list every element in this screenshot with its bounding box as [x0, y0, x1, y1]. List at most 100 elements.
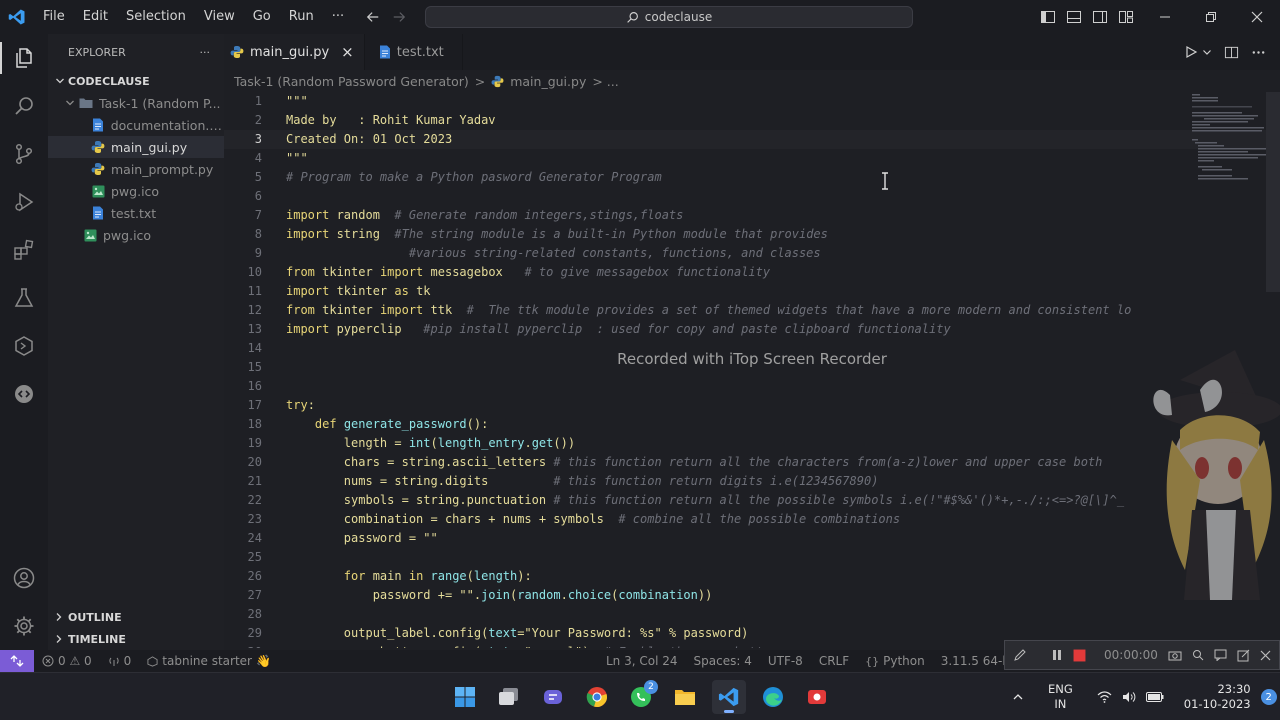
- code-line[interactable]: 18 def generate_password():: [224, 415, 1280, 434]
- cursor-position[interactable]: Ln 3, Col 24: [598, 654, 686, 668]
- clock[interactable]: 23:30 01-10-2023: [1184, 682, 1251, 712]
- camera-icon[interactable]: [1168, 649, 1182, 661]
- code-line[interactable]: 17 try:: [224, 396, 1280, 415]
- code-line[interactable]: 26 for main in range(length):: [224, 567, 1280, 586]
- code-line[interactable]: 19 length = int(length_entry.get()): [224, 434, 1280, 453]
- toggle-sidebar-icon[interactable]: [1040, 9, 1056, 25]
- breadcrumb-file[interactable]: main_gui.py: [510, 74, 586, 89]
- breadcrumb-folder[interactable]: Task-1 (Random Password Generator): [234, 74, 469, 89]
- tab-test-txt[interactable]: test.txt: [365, 34, 463, 70]
- menu-more[interactable]: ···: [323, 0, 353, 34]
- code-line[interactable]: 9 #various string-related constants, fun…: [224, 244, 1280, 263]
- task-view-icon[interactable]: [492, 680, 526, 714]
- code-line[interactable]: 13 import pyperclip #pip install pypercli…: [224, 320, 1280, 339]
- end-of-line[interactable]: CRLF: [811, 654, 857, 668]
- battery-icon[interactable]: [1145, 692, 1164, 702]
- back-arrow-icon[interactable]: [366, 10, 380, 24]
- code-line[interactable]: 23 combination = chars + nums + symbols …: [224, 510, 1280, 529]
- code-line[interactable]: 1 """: [224, 92, 1280, 111]
- run-debug-icon[interactable]: [0, 178, 48, 226]
- file-main-prompt[interactable]: main_prompt.py: [48, 158, 224, 180]
- minimize-icon[interactable]: [1142, 0, 1188, 34]
- code-line[interactable]: 3 Created On: 01 Oct 2023: [224, 130, 1280, 149]
- more-actions-icon[interactable]: [1251, 45, 1266, 60]
- forward-arrow-icon[interactable]: [392, 10, 406, 24]
- code-line[interactable]: 6: [224, 187, 1280, 206]
- volume-icon[interactable]: [1122, 691, 1136, 703]
- code-line[interactable]: 2 Made by : Rohit Kumar Yadav: [224, 111, 1280, 130]
- code-line[interactable]: 12 from tkinter import ttk # The ttk modu…: [224, 301, 1280, 320]
- toggle-secondary-sidebar-icon[interactable]: [1092, 9, 1108, 25]
- file-pwg-ico[interactable]: pwg.ico: [48, 180, 224, 202]
- code-line[interactable]: 28: [224, 605, 1280, 624]
- close-icon[interactable]: [1260, 650, 1271, 661]
- accounts-icon[interactable]: [0, 554, 48, 602]
- menu-view[interactable]: View: [195, 0, 244, 34]
- code-line[interactable]: 10 from tkinter import messagebox # to gi…: [224, 263, 1280, 282]
- code-line[interactable]: 25: [224, 548, 1280, 567]
- stop-record-icon[interactable]: [1073, 649, 1086, 662]
- pen-icon[interactable]: [1013, 648, 1027, 662]
- outline-section[interactable]: OUTLINE: [48, 606, 224, 628]
- tabnine-chat-icon[interactable]: [0, 370, 48, 418]
- chevron-down-icon[interactable]: [1202, 47, 1212, 57]
- minimap[interactable]: [1190, 92, 1266, 192]
- tab-close-button[interactable]: ×: [341, 43, 354, 61]
- menu-go[interactable]: Go: [244, 0, 280, 34]
- tab-main-gui[interactable]: main_gui.py ×: [224, 34, 365, 70]
- code-line[interactable]: 8 import string #The string module is a b…: [224, 225, 1280, 244]
- workspace-root[interactable]: CODECLAUSE: [48, 70, 224, 92]
- menu-selection[interactable]: Selection: [117, 0, 195, 34]
- file-explorer-icon[interactable]: [668, 680, 702, 714]
- restore-icon[interactable]: [1188, 0, 1234, 34]
- code-line[interactable]: 16: [224, 377, 1280, 396]
- edge-icon[interactable]: [756, 680, 790, 714]
- menu-file[interactable]: File: [34, 0, 74, 34]
- wifi-icon[interactable]: [1097, 691, 1112, 703]
- language-indicator[interactable]: ENG IN: [1048, 682, 1073, 712]
- chrome-icon[interactable]: [580, 680, 614, 714]
- run-file-icon[interactable]: [1184, 45, 1198, 59]
- search-icon[interactable]: [0, 82, 48, 130]
- explorer-icon[interactable]: [0, 34, 48, 82]
- zoom-icon[interactable]: [1192, 649, 1204, 661]
- teams-chat-icon[interactable]: [536, 680, 570, 714]
- file-main-gui[interactable]: main_gui.py: [48, 136, 224, 158]
- source-control-icon[interactable]: [0, 130, 48, 178]
- file-documentation[interactable]: documentation.t...: [48, 114, 224, 136]
- menu-edit[interactable]: Edit: [74, 0, 117, 34]
- code-line[interactable]: 5 # Program to make a Python pasword Gene…: [224, 168, 1280, 187]
- remote-explorer-icon[interactable]: [0, 322, 48, 370]
- indentation[interactable]: Spaces: 4: [686, 654, 760, 668]
- recorder-app-icon[interactable]: [800, 680, 834, 714]
- chevron-up-icon[interactable]: [1012, 691, 1024, 703]
- breadcrumb-more[interactable]: > ...: [592, 74, 618, 89]
- vscode-taskbar-icon[interactable]: [712, 680, 746, 714]
- explorer-more-button[interactable]: ···: [200, 46, 211, 59]
- menu-run[interactable]: Run: [280, 0, 323, 34]
- language-mode[interactable]: {} Python: [857, 654, 933, 668]
- code-line[interactable]: 22 symbols = string.punctuation # this f…: [224, 491, 1280, 510]
- file-test-txt[interactable]: test.txt: [48, 202, 224, 224]
- ports-status[interactable]: 0: [100, 654, 140, 668]
- code-line[interactable]: 20 chars = string.ascii_letters # this f…: [224, 453, 1280, 472]
- code-line[interactable]: 27 password += "".join(random.choice(com…: [224, 586, 1280, 605]
- code-line[interactable]: 7 import random # Generate random integer…: [224, 206, 1280, 225]
- code-line[interactable]: 24 password = "": [224, 529, 1280, 548]
- customize-layout-icon[interactable]: [1118, 9, 1134, 25]
- start-windows-icon[interactable]: [448, 680, 482, 714]
- timeline-section[interactable]: TIMELINE: [48, 628, 224, 650]
- chat-icon[interactable]: [1214, 649, 1227, 661]
- extensions-icon[interactable]: [0, 226, 48, 274]
- remote-indicator-icon[interactable]: [0, 650, 34, 672]
- code-line[interactable]: 21 nums = string.digits # this function …: [224, 472, 1280, 491]
- testing-flask-icon[interactable]: [0, 274, 48, 322]
- pause-icon[interactable]: [1051, 649, 1063, 661]
- code-line[interactable]: 4 """: [224, 149, 1280, 168]
- editor-scrollbar[interactable]: [1266, 92, 1280, 292]
- command-center-search[interactable]: codeclause: [425, 6, 913, 28]
- problems-status[interactable]: 0 ⚠ 0: [34, 654, 100, 668]
- folder-task-1[interactable]: Task-1 (Random P...: [48, 92, 224, 114]
- code-line[interactable]: 11 import tkinter as tk: [224, 282, 1280, 301]
- encoding[interactable]: UTF-8: [760, 654, 811, 668]
